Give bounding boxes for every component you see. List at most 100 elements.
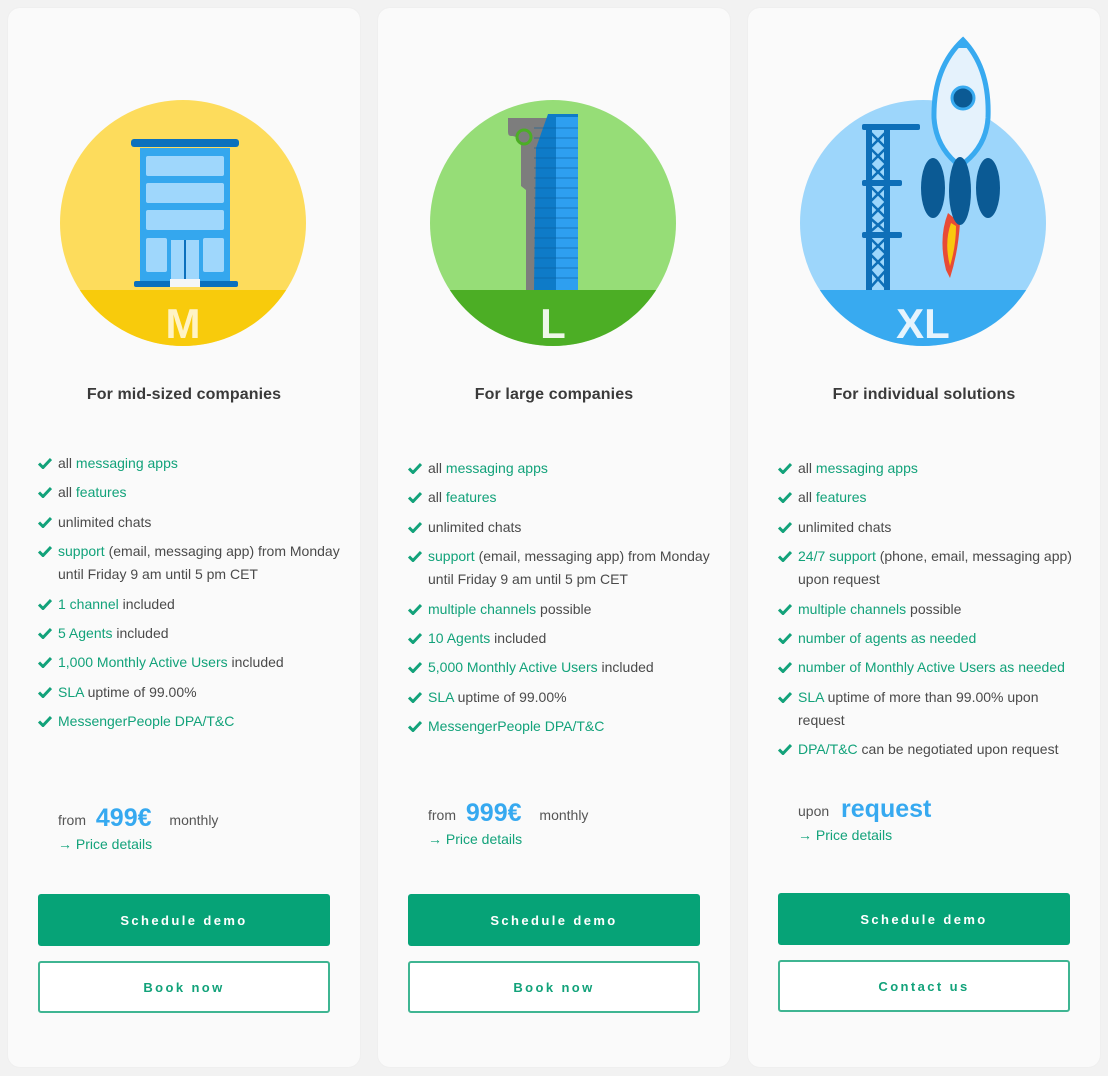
feature-link[interactable]: features xyxy=(76,484,127,500)
feature-link[interactable]: SLA xyxy=(798,689,824,705)
feature-link[interactable]: MessengerPeople DPA/T&C xyxy=(58,713,234,729)
plan-card-l: L For large companies all messaging apps… xyxy=(378,8,730,1067)
feature-link[interactable]: 1,000 Monthly Active Users xyxy=(58,654,228,670)
svg-text:M: M xyxy=(166,300,201,347)
feature-link[interactable]: 10 Agents xyxy=(428,630,490,646)
feature-item: multiple channels possible xyxy=(778,598,1080,622)
feature-link[interactable]: 5,000 Monthly Active Users xyxy=(428,659,598,675)
checkmark-icon xyxy=(778,462,792,474)
feature-item: 1 channel included xyxy=(38,593,340,617)
checkmark-icon xyxy=(408,550,422,562)
svg-text:XL: XL xyxy=(896,300,950,347)
feature-text: unlimited chats xyxy=(798,518,892,535)
price-block: from 499€ monthly → Price details xyxy=(58,804,218,852)
contact-us-button[interactable]: Contact us xyxy=(778,960,1070,1012)
feature-item: support (email, messaging app) from Mond… xyxy=(408,545,710,592)
price-prefix: upon xyxy=(798,803,830,819)
book-now-button[interactable]: Book now xyxy=(408,961,700,1013)
price-prefix: from xyxy=(58,812,86,828)
feature-text: all xyxy=(428,460,446,476)
feature-item: SLA uptime of 99.00% xyxy=(38,681,340,705)
pricing-plans: M For mid-sized companies all messaging … xyxy=(0,0,1108,1076)
feature-text: all xyxy=(58,484,76,501)
checkmark-icon xyxy=(778,632,792,644)
checkmark-icon xyxy=(38,715,52,727)
feature-link[interactable]: SLA xyxy=(58,684,84,700)
checkmark-icon xyxy=(778,521,792,533)
feature-link[interactable]: 5 Agents xyxy=(58,625,113,641)
feature-text: uptime of 99.00% xyxy=(453,688,567,705)
feature-item: 10 Agents included xyxy=(408,627,710,651)
office-building-icon: M xyxy=(58,8,308,353)
feature-item: MessengerPeople DPA/T&C xyxy=(408,715,710,739)
feature-link[interactable]: support xyxy=(428,548,475,564)
feature-text: possible xyxy=(906,600,962,617)
feature-item: MessengerPeople DPA/T&C xyxy=(38,710,340,734)
feature-link[interactable]: 24/7 support xyxy=(798,548,876,564)
feature-link[interactable]: multiple channels xyxy=(428,601,536,617)
price-details-link[interactable]: → Price details xyxy=(428,831,588,847)
feature-text: all xyxy=(428,489,446,506)
checkmark-icon xyxy=(778,744,792,756)
schedule-demo-button[interactable]: Schedule demo xyxy=(408,894,700,946)
price-suffix: monthly xyxy=(539,807,589,823)
plan-card-m: M For mid-sized companies all messaging … xyxy=(8,8,360,1067)
feature-link[interactable]: DPA/T&C xyxy=(798,741,858,757)
feature-item: all features xyxy=(38,481,340,505)
feature-link[interactable]: messaging apps xyxy=(446,460,548,476)
feature-item: all messaging apps xyxy=(38,452,340,476)
feature-link[interactable]: number of agents as needed xyxy=(798,630,976,646)
feature-link[interactable]: SLA xyxy=(428,689,454,705)
feature-item: 1,000 Monthly Active Users included xyxy=(38,651,340,675)
svg-text:L: L xyxy=(540,300,566,347)
feature-link[interactable]: features xyxy=(446,489,497,505)
feature-item: all features xyxy=(408,486,710,510)
feature-text: included xyxy=(490,629,547,646)
schedule-demo-button[interactable]: Schedule demo xyxy=(778,893,1070,945)
checkmark-icon xyxy=(408,720,422,732)
feature-list: all messaging apps all features unlimited … xyxy=(38,452,340,739)
feature-link[interactable]: messaging apps xyxy=(816,460,918,476)
price-details-link[interactable]: → Price details xyxy=(798,827,945,843)
feature-item: number of agents as needed xyxy=(778,627,1080,651)
book-now-button[interactable]: Book now xyxy=(38,961,330,1013)
feature-item: SLA uptime of more than 99.00% upon requ… xyxy=(778,686,1080,733)
feature-link[interactable]: support xyxy=(58,543,105,559)
feature-link[interactable]: multiple channels xyxy=(798,601,906,617)
rocket-launch-icon: XL xyxy=(798,8,1048,353)
feature-link[interactable]: 1 channel xyxy=(58,596,119,612)
feature-item: support (email, messaging app) from Mond… xyxy=(38,540,340,587)
feature-text: all xyxy=(798,460,816,476)
schedule-demo-button[interactable]: Schedule demo xyxy=(38,894,330,946)
price-suffix: monthly xyxy=(169,812,219,828)
feature-text: all xyxy=(58,455,76,471)
price-amount: 999€ xyxy=(465,799,522,827)
feature-item: all messaging apps xyxy=(408,457,710,481)
checkmark-icon xyxy=(778,662,792,674)
feature-text: included xyxy=(227,654,284,671)
feature-item: SLA uptime of 99.00% xyxy=(408,686,710,710)
plan-card-xl: XL For individual solutions all messagin… xyxy=(748,8,1100,1067)
skyscraper-icon: L xyxy=(428,8,678,353)
feature-text: included xyxy=(118,595,175,612)
feature-text: included xyxy=(597,659,654,676)
checkmark-icon xyxy=(778,492,792,504)
feature-link[interactable]: messaging apps xyxy=(76,455,178,471)
feature-text: unlimited chats xyxy=(58,513,152,530)
feature-text: all xyxy=(798,489,816,506)
feature-link[interactable]: number of Monthly Active Users as needed xyxy=(798,659,1065,675)
feature-item: number of Monthly Active Users as needed xyxy=(778,656,1080,680)
checkmark-icon xyxy=(408,462,422,474)
price-block: from 999€ monthly → Price details xyxy=(428,799,588,847)
feature-link[interactable]: features xyxy=(816,489,867,505)
price-details-link[interactable]: → Price details xyxy=(58,836,218,852)
price-amount: request xyxy=(841,795,932,823)
plan-title: For large companies xyxy=(474,386,634,403)
feature-text: included xyxy=(112,624,169,641)
plan-title: For individual solutions xyxy=(832,386,1016,403)
checkmark-icon xyxy=(408,662,422,674)
feature-item: 5 Agents included xyxy=(38,622,340,646)
feature-text: uptime of 99.00% xyxy=(83,683,197,700)
checkmark-icon xyxy=(38,686,52,698)
feature-link[interactable]: MessengerPeople DPA/T&C xyxy=(428,718,604,734)
